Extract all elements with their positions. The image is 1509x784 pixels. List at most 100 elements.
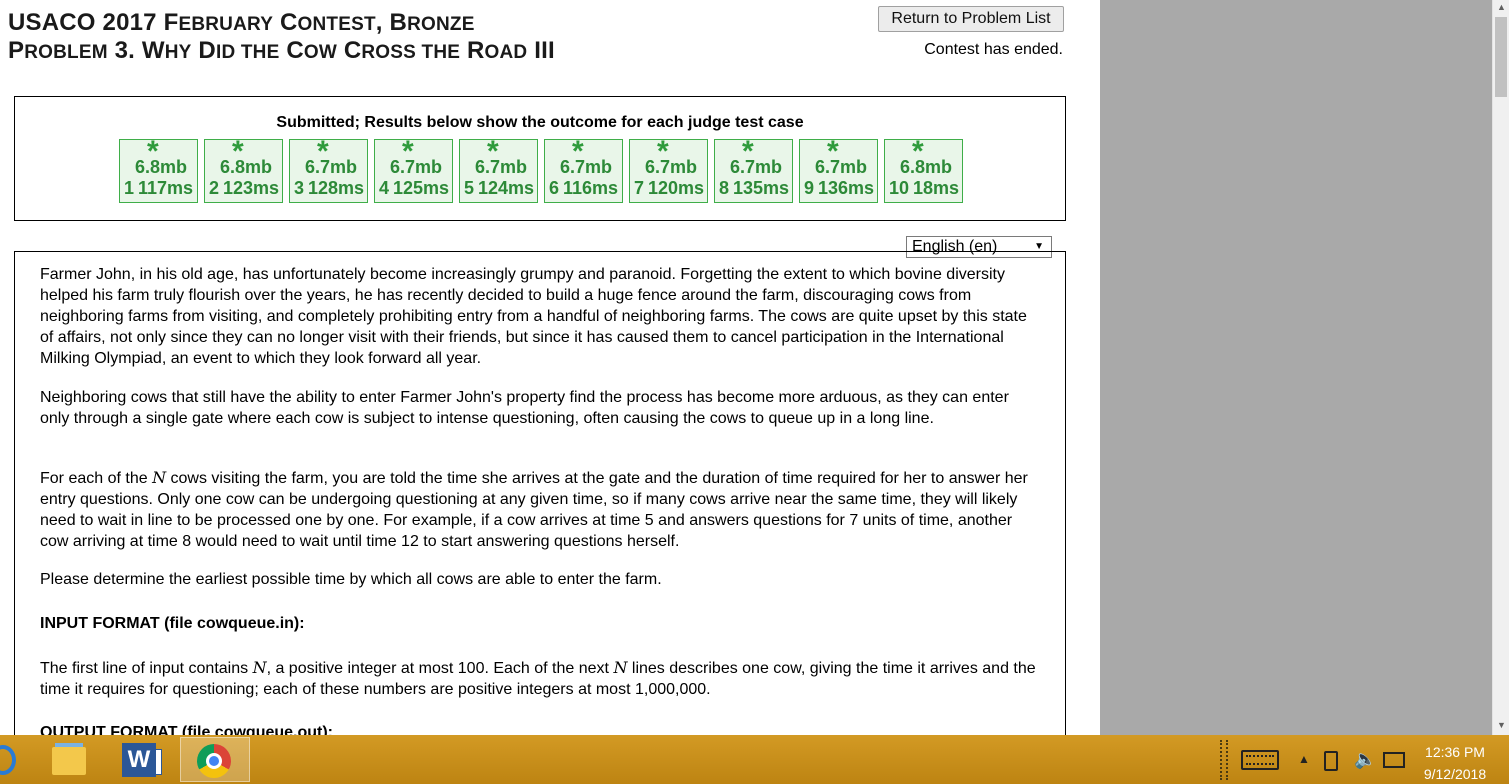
pass-icon: * xyxy=(657,135,669,168)
title-segment: OW xyxy=(303,42,337,63)
test-case-result: 6.8mb 2 123ms * xyxy=(204,135,283,203)
test-number: 9 xyxy=(804,178,815,198)
clock-date: 9/12/2018 xyxy=(1423,766,1487,782)
vertical-scrollbar[interactable]: ▲ ▼ xyxy=(1492,0,1509,735)
title-segment: R xyxy=(460,37,485,64)
test-number: 1 xyxy=(124,178,135,198)
title-segment: RONZE xyxy=(407,14,475,35)
clock[interactable]: 12:36 PM 9/12/2018 xyxy=(1415,741,1495,784)
test-case-result: 6.8mb 10 18ms * xyxy=(884,135,963,203)
input-format-paragraph: The first line of input contains N, a po… xyxy=(40,657,1040,700)
pass-icon: * xyxy=(147,135,159,168)
test-case-result: 6.7mb 7 120ms * xyxy=(629,135,708,203)
results-panel: Submitted; Results below show the outcom… xyxy=(14,96,1066,221)
test-memory: 6.7mb xyxy=(645,157,698,177)
title-segment: ID THE xyxy=(215,42,280,63)
test-time: 125ms xyxy=(393,178,450,198)
test-case-result: 6.7mb 9 136ms * xyxy=(799,135,878,203)
title-segment: HY xyxy=(164,42,192,63)
test-number: 7 xyxy=(634,178,645,198)
test-time: 123ms xyxy=(223,178,280,198)
statement-paragraph-1: Farmer John, in his old age, has unfortu… xyxy=(40,266,1027,367)
test-time: 117ms xyxy=(138,178,194,198)
test-time: 124ms xyxy=(478,178,535,198)
text: , a positive integer at most 100. Each o… xyxy=(266,660,614,677)
test-memory: 6.7mb xyxy=(730,157,783,177)
battery-icon[interactable] xyxy=(1324,751,1338,771)
test-memory: 6.7mb xyxy=(815,157,868,177)
test-time: 128ms xyxy=(308,178,365,198)
test-memory: 6.8mb xyxy=(900,157,953,177)
test-number: 2 xyxy=(209,178,220,198)
title-segment: EBRUARY xyxy=(178,14,274,35)
taskbar: W xyxy=(0,735,1509,784)
title-segment: P xyxy=(8,37,25,64)
statement-paragraph-3: For each of the N cows visiting the farm… xyxy=(40,467,1040,552)
file-explorer-icon[interactable] xyxy=(50,737,90,782)
pass-icon: * xyxy=(742,135,754,168)
pass-icon: * xyxy=(402,135,414,168)
browser-page: USACO 2017 FEBRUARY CONTEST, BRONZE PROB… xyxy=(0,0,1100,735)
contest-title: USACO 2017 FEBRUARY CONTEST, BRONZE xyxy=(8,9,475,37)
test-time: 120ms xyxy=(648,178,705,198)
text: For each of the xyxy=(40,470,153,487)
title-segment: , B xyxy=(375,9,408,36)
test-case-result: 6.8mb 1 117ms * xyxy=(119,135,198,203)
title-segment: ROBLEM xyxy=(24,42,108,63)
test-case-result: 6.7mb 4 125ms * xyxy=(374,135,453,203)
tray-expand-icon[interactable]: ▲ xyxy=(1298,752,1310,766)
test-memory: 6.8mb xyxy=(135,157,188,177)
test-case-result: 6.7mb 3 128ms * xyxy=(289,135,368,203)
input-format-heading: INPUT FORMAT (file cowqueue.in): xyxy=(40,615,305,632)
test-case-result: 6.7mb 5 124ms * xyxy=(459,135,538,203)
test-memory: 6.7mb xyxy=(390,157,443,177)
test-number: 8 xyxy=(719,178,730,198)
clock-time: 12:36 PM xyxy=(1425,744,1485,760)
word-letter: W xyxy=(122,743,156,777)
pass-icon: * xyxy=(912,135,924,168)
word-icon[interactable]: W xyxy=(120,737,164,782)
return-to-problem-list-button[interactable]: Return to Problem List xyxy=(878,6,1064,32)
scroll-up-icon[interactable]: ▲ xyxy=(1497,2,1506,12)
start-icon[interactable] xyxy=(0,737,20,782)
test-time: 136ms xyxy=(818,178,875,198)
title-segment: ROSS THE xyxy=(361,42,461,63)
test-memory: 6.7mb xyxy=(560,157,613,177)
gray-side-area xyxy=(1100,0,1492,735)
text: The first line of input contains xyxy=(40,660,253,677)
test-case-result: 6.7mb 8 135ms * xyxy=(714,135,793,203)
test-memory: 6.8mb xyxy=(220,157,273,177)
problem-title: PROBLEM 3. WHY DID THE COW CROSS THE ROA… xyxy=(8,37,555,65)
pass-icon: * xyxy=(317,135,329,168)
pass-icon: * xyxy=(827,135,839,168)
volume-icon[interactable]: 🔈 xyxy=(1354,749,1376,770)
test-number: 6 xyxy=(549,178,560,198)
title-segment: USACO 2017 F xyxy=(8,9,179,36)
scroll-down-icon[interactable]: ▼ xyxy=(1497,720,1506,730)
output-format-heading: OUTPUT FORMAT (file cowqueue.out): xyxy=(40,724,334,735)
test-number: 10 xyxy=(889,178,910,198)
tray-grip xyxy=(1220,740,1228,780)
test-time: 116ms xyxy=(563,178,619,198)
statement-paragraph-4: Please determine the earliest possible t… xyxy=(40,571,662,588)
title-segment: 3. W xyxy=(107,37,165,64)
network-icon[interactable] xyxy=(1383,752,1405,768)
pass-icon: * xyxy=(232,135,244,168)
title-segment: C xyxy=(273,9,298,36)
keyboard-icon[interactable] xyxy=(1241,750,1279,770)
results-heading: Submitted; Results below show the outcom… xyxy=(276,114,804,131)
text: cows visiting the farm, you are told the… xyxy=(40,470,1028,550)
test-memory: 6.7mb xyxy=(305,157,358,177)
title-segment: OAD xyxy=(484,42,528,63)
pass-icon: * xyxy=(572,135,584,168)
contest-status: Contest has ended. xyxy=(924,41,1063,58)
test-number: 4 xyxy=(379,178,390,198)
pass-icon: * xyxy=(487,135,499,168)
title-segment: ONTEST xyxy=(297,14,376,35)
title-segment: C xyxy=(336,37,362,64)
chrome-icon[interactable] xyxy=(180,737,250,782)
scrollbar-thumb[interactable] xyxy=(1495,17,1507,97)
test-time: 18ms xyxy=(913,178,960,198)
test-case-result: 6.7mb 6 116ms * xyxy=(544,135,623,203)
problem-statement: Farmer John, in his old age, has unfortu… xyxy=(14,251,1066,735)
